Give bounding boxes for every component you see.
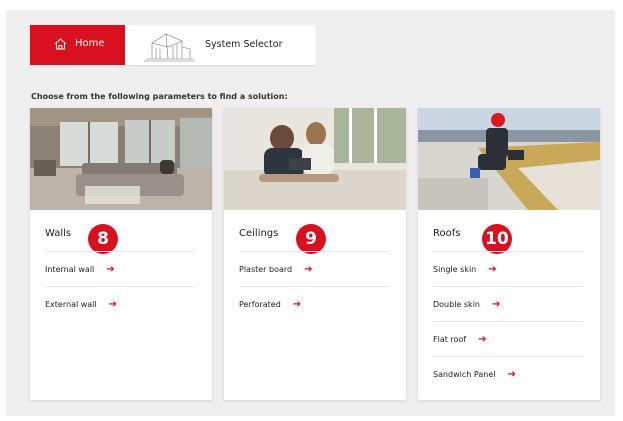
roofs-image — [418, 108, 600, 210]
step-badge: 10 — [482, 224, 512, 254]
arrow-right-icon: ➔ — [507, 369, 516, 380]
arrow-right-icon: ➔ — [304, 264, 313, 275]
intro-heading: Choose from the following parameters to … — [31, 92, 288, 101]
option-label: External wall — [45, 300, 97, 309]
option-sandwich-panel[interactable]: Sandwich Panel ➔ — [433, 356, 583, 392]
ceilings-image — [224, 108, 406, 210]
option-double-skin[interactable]: Double skin ➔ — [433, 286, 583, 322]
option-perforated[interactable]: Perforated ➔ — [239, 286, 389, 322]
option-label: Internal wall — [45, 265, 95, 274]
top-navigation: Home System Selector — [30, 25, 316, 65]
home-label: Home — [75, 38, 105, 49]
walls-image — [30, 108, 212, 210]
step-badge: 9 — [296, 224, 326, 254]
page-background: Home System Selector Choose from the fol… — [6, 10, 615, 416]
arrow-right-icon: ➔ — [292, 299, 302, 310]
option-label: Plaster board — [239, 265, 293, 274]
option-internal-wall[interactable]: Internal wall ➔ — [45, 251, 195, 287]
step-badge: 8 — [88, 224, 118, 254]
card-roofs: Roofs 10 Single skin ➔ Double skin ➔ Fla… — [418, 108, 600, 400]
option-label: Flat roof — [433, 335, 467, 344]
arrow-right-icon: ➔ — [491, 299, 501, 310]
option-single-skin[interactable]: Single skin ➔ — [433, 251, 583, 287]
arrow-right-icon: ➔ — [108, 299, 118, 310]
option-external-wall[interactable]: External wall ➔ — [45, 286, 195, 322]
card-title: Roofs — [433, 228, 461, 239]
card-title: Ceilings — [239, 228, 279, 239]
arrow-right-icon: ➔ — [488, 264, 497, 275]
card-title: Walls — [45, 228, 72, 239]
arrow-right-icon: ➔ — [106, 264, 115, 275]
option-plaster-board[interactable]: Plaster board ➔ — [239, 251, 389, 287]
home-button[interactable]: Home — [30, 25, 125, 65]
system-selector-tab[interactable]: System Selector — [205, 39, 282, 50]
option-label: Sandwich Panel — [433, 370, 496, 379]
card-walls: Walls 8 Internal wall ➔ External wall ➔ — [30, 108, 212, 400]
option-label: Perforated — [239, 300, 281, 309]
card-ceilings: Ceilings 9 Plaster board ➔ Perforated ➔ — [224, 108, 406, 400]
option-flat-roof[interactable]: Flat roof ➔ — [433, 321, 583, 357]
option-label: Single skin — [433, 265, 477, 274]
home-icon — [54, 38, 67, 50]
building-sketch-icon — [144, 33, 195, 62]
arrow-right-icon: ➔ — [478, 334, 487, 345]
option-label: Double skin — [433, 300, 480, 309]
